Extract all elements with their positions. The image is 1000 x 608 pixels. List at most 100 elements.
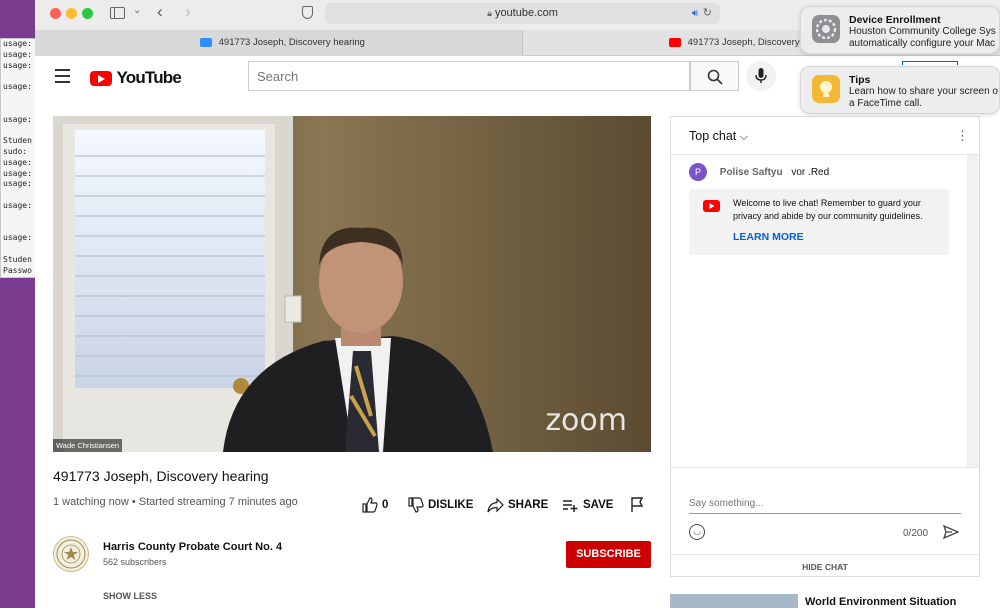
like-count: 0	[382, 499, 389, 512]
minimize-window-button[interactable]	[66, 8, 77, 19]
thumbs-down-icon	[408, 497, 424, 513]
court-seal-icon	[56, 539, 86, 569]
dislike-label: DISLIKE	[428, 499, 474, 512]
terminal-line: usage:	[3, 82, 32, 92]
chat-input-area: ◡ 0/200 HIDE CHAT	[671, 467, 979, 577]
notification-title: Device Enrollment	[849, 14, 941, 26]
voice-search-button[interactable]	[746, 61, 776, 91]
hide-chat-button[interactable]: HIDE CHAT	[671, 554, 979, 578]
sign-in-button[interactable]	[902, 61, 958, 65]
terminal-line: usage:	[3, 233, 32, 243]
speaker-icon[interactable]: 🔊︎	[692, 3, 698, 24]
save-button[interactable]: SAVE	[562, 497, 613, 513]
video-title: 491773 Joseph, Discovery hearing	[53, 468, 269, 484]
chevron-down-icon: ⌵	[739, 131, 749, 143]
notification-title: Tips	[849, 74, 871, 86]
chat-message: P Polise Saftyu vor .Red	[689, 163, 829, 181]
search-button[interactable]	[690, 61, 739, 91]
notification-body: Houston Community College Sys automatica…	[849, 26, 996, 50]
terminal-line: Studen	[3, 136, 32, 146]
share-label: SHARE	[508, 499, 549, 512]
privacy-shield-icon[interactable]	[302, 6, 313, 19]
lock-icon: 🔒︎	[487, 8, 492, 18]
channel-name[interactable]: Harris County Probate Court No. 4	[103, 541, 282, 553]
notification-body: Learn how to share your screen o a FaceT…	[849, 86, 998, 110]
welcome-text: Welcome to live chat! Remember to guard …	[733, 198, 923, 221]
address-bar[interactable]: 🔒︎ youtube.com 🔊︎ ↻	[325, 3, 720, 24]
notification-line: automatically configure your Mac	[849, 38, 996, 49]
maximize-window-button[interactable]	[82, 8, 93, 19]
chat-header: Top chat ⌵ ⋮	[671, 117, 979, 155]
recommended-video-title[interactable]: World Environment Situation	[805, 596, 956, 608]
youtube-play-icon	[90, 70, 112, 86]
system-preferences-icon	[812, 15, 840, 43]
participant-name-label: Wade Christiansen	[53, 439, 123, 452]
back-icon[interactable]: ‹	[157, 2, 163, 22]
terminal-line: usage:	[3, 157, 32, 167]
chat-input[interactable]	[689, 498, 961, 514]
subscriber-count: 562 subscribers	[103, 557, 167, 567]
chat-author-avatar[interactable]: P	[689, 163, 707, 181]
search-input[interactable]: Search	[248, 61, 690, 91]
menu-icon[interactable]	[55, 69, 70, 83]
youtube-wordmark: YouTube	[116, 68, 182, 87]
like-button[interactable]: 0	[362, 497, 388, 513]
terminal-line: usage:	[3, 49, 32, 59]
microphone-icon	[755, 68, 767, 83]
terminal-line: usage:	[3, 168, 32, 178]
notification-line: Learn how to share your screen o	[849, 86, 998, 97]
flag-icon	[631, 497, 644, 512]
recommended-video-thumbnail[interactable]	[670, 594, 798, 608]
zoom-favicon-icon	[200, 37, 212, 47]
youtube-logo[interactable]: YouTube	[90, 68, 182, 88]
emoji-icon[interactable]: ◡	[689, 524, 705, 540]
notification-line: a FaceTime call.	[849, 98, 922, 109]
add-to-playlist-icon	[563, 500, 578, 512]
tab-label: 491773 Joseph, Discovery he	[687, 37, 813, 48]
youtube-icon	[703, 200, 720, 212]
terminal-line: Passwo	[3, 265, 32, 275]
chat-scrollbar[interactable]	[967, 155, 979, 467]
sidebar-toggle-icon[interactable]	[110, 7, 125, 19]
tab-zoom-hearing[interactable]: 491773 Joseph, Discovery hearing	[35, 30, 523, 56]
save-label: SAVE	[583, 499, 614, 512]
notification-tips[interactable]: Tips Learn how to share your screen o a …	[800, 66, 1000, 114]
close-window-button[interactable]	[50, 8, 61, 19]
share-button[interactable]: SHARE	[487, 497, 548, 513]
channel-avatar[interactable]	[53, 536, 89, 572]
send-icon[interactable]	[943, 524, 959, 540]
show-less-button[interactable]: SHOW LESS	[103, 591, 157, 601]
chat-author-name[interactable]: Polise Saftyu	[720, 167, 783, 178]
share-icon	[487, 497, 504, 513]
report-button[interactable]	[630, 497, 644, 518]
more-options-icon[interactable]: ⋮	[956, 128, 969, 144]
video-meta: 1 watching now • Started streaming 7 min…	[53, 496, 298, 508]
top-chat-dropdown[interactable]: Top chat ⌵	[689, 129, 748, 144]
learn-more-link[interactable]: LEARN MORE	[733, 231, 804, 243]
zoom-watermark: zoom	[545, 403, 627, 438]
search-icon	[707, 69, 723, 85]
url-text: youtube.com	[494, 7, 558, 19]
tips-lightbulb-icon	[812, 75, 840, 103]
video-player[interactable]: Wade Christiansen zoom	[53, 116, 651, 452]
forward-icon[interactable]: ›	[185, 2, 191, 22]
subscribe-button[interactable]: SUBSCRIBE	[566, 541, 651, 568]
terminal-window: usage: usage: usage: usage: usage: Studen sudo…	[0, 38, 40, 278]
chevron-down-icon[interactable]: ⌄	[133, 5, 141, 16]
welcome-banner: Welcome to live chat! Remember to guard …	[689, 189, 949, 255]
live-chat-panel: Top chat ⌵ ⋮ P Polise Saftyu vor .Red We…	[670, 116, 980, 577]
terminal-line: usage:	[3, 200, 32, 210]
chat-mode-label: Top chat	[689, 129, 737, 143]
notification-line: Houston Community College Sys	[849, 26, 996, 37]
notification-device-enrollment[interactable]: Device Enrollment Houston Community Coll…	[800, 6, 1000, 54]
terminal-line: usage:	[3, 39, 32, 48]
dislike-button[interactable]: DISLIKE	[408, 497, 473, 513]
reload-icon[interactable]: ↻	[703, 3, 712, 24]
thumbs-up-icon	[362, 497, 378, 513]
